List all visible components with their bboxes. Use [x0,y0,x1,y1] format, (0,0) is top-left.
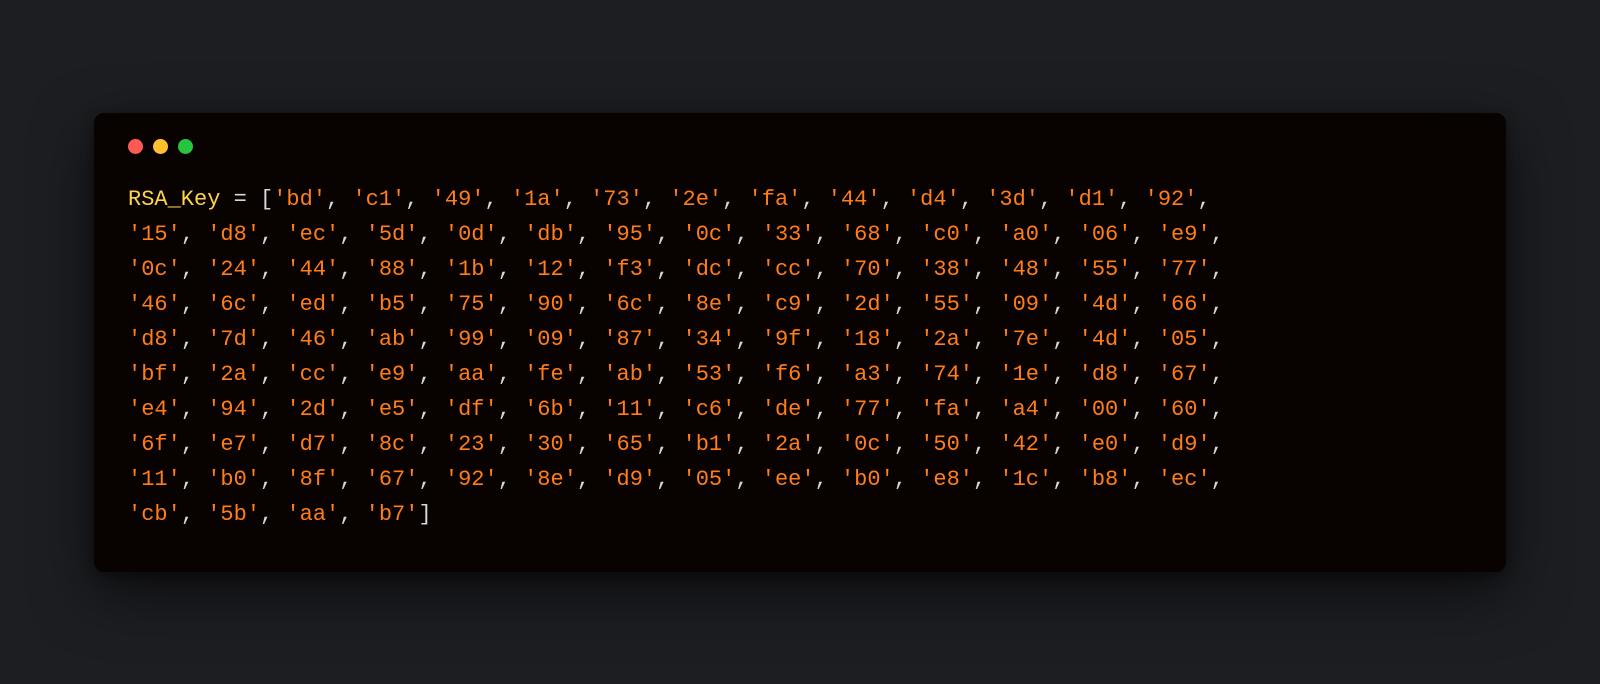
code-line: '15', 'd8', 'ec', '5d', '0d', 'db', '95'… [128,217,1472,252]
code-line: '11', 'b0', '8f', '67', '92', '8e', 'd9'… [128,462,1472,497]
code-line: '46', '6c', 'ed', 'b5', '75', '90', '6c'… [128,287,1472,322]
code-line: RSA_Key = ['bd', 'c1', '49', '1a', '73',… [128,182,1472,217]
code-line: 'e4', '94', '2d', 'e5', 'df', '6b', '11'… [128,392,1472,427]
code-block: RSA_Key = ['bd', 'c1', '49', '1a', '73',… [128,182,1472,532]
close-icon[interactable] [128,139,143,154]
code-line: 'd8', '7d', '46', 'ab', '99', '09', '87'… [128,322,1472,357]
titlebar [128,139,1472,182]
code-line: 'cb', '5b', 'aa', 'b7'] [128,497,1472,532]
code-line: '6f', 'e7', 'd7', '8c', '23', '30', '65'… [128,427,1472,462]
code-line: 'bf', '2a', 'cc', 'e9', 'aa', 'fe', 'ab'… [128,357,1472,392]
terminal-window: RSA_Key = ['bd', 'c1', '49', '1a', '73',… [94,113,1506,572]
code-line: '0c', '24', '44', '88', '1b', '12', 'f3'… [128,252,1472,287]
minimize-icon[interactable] [153,139,168,154]
zoom-icon[interactable] [178,139,193,154]
